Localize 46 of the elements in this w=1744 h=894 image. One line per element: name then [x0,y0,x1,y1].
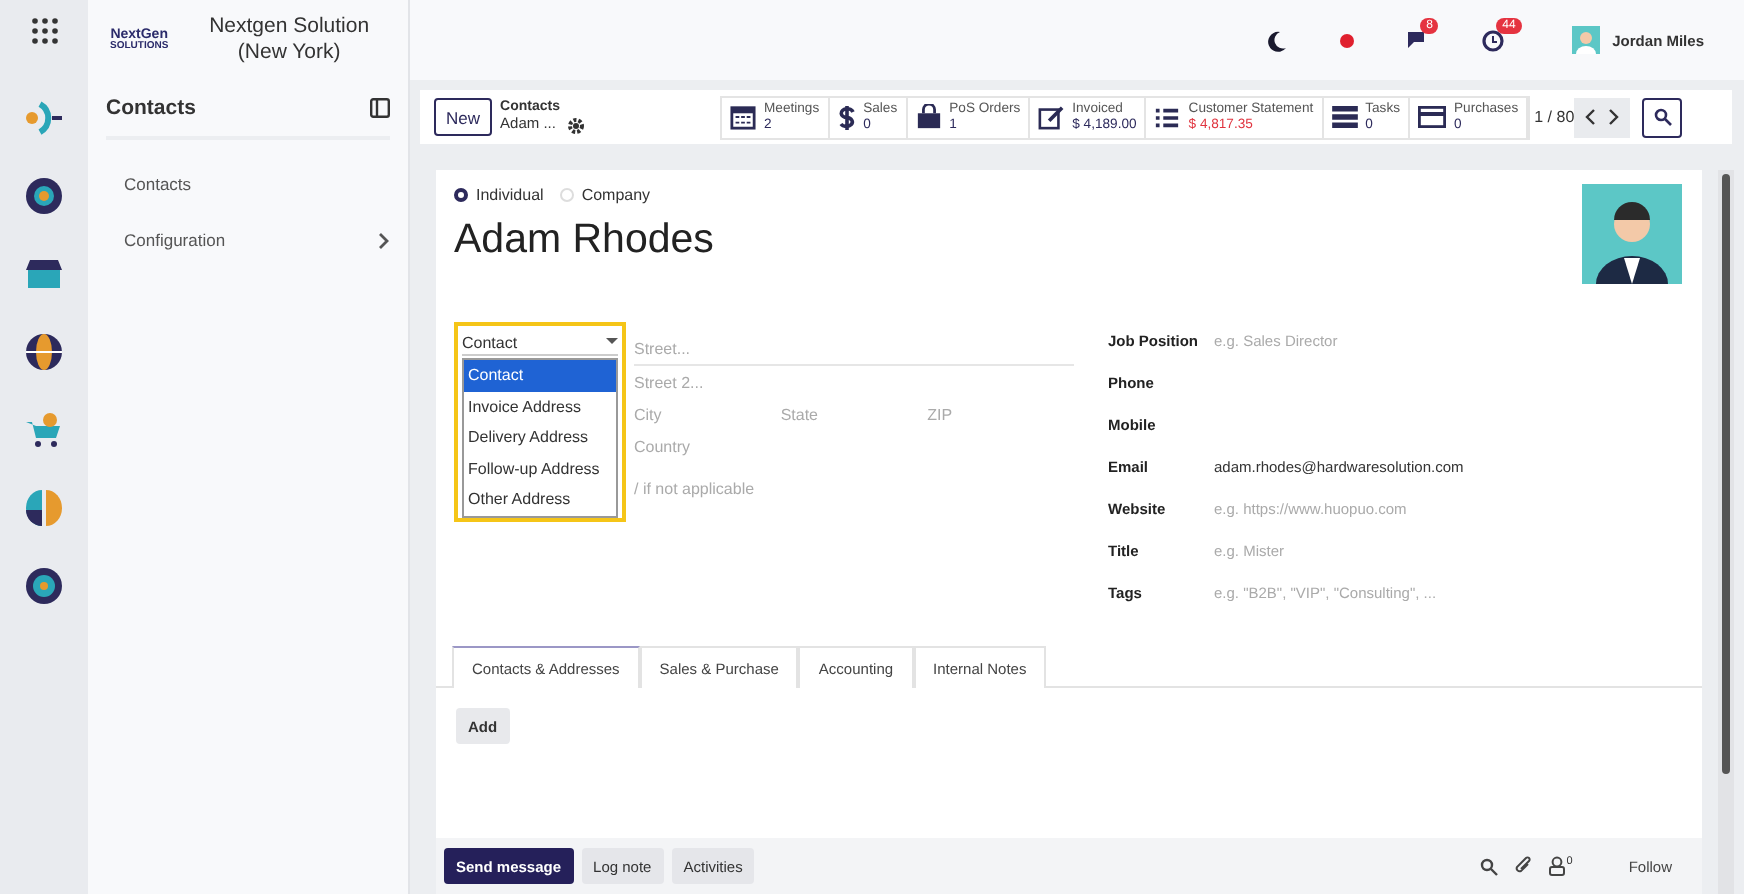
address-type-dropdown[interactable]: Contact Contact Invoice Address Delivery Address Follow-up Address Other Address [454,322,626,522]
paperclip-icon[interactable] [1514,856,1533,876]
new-button[interactable]: New [434,98,493,136]
company-name: Nextgen Solution (New York) [207,13,372,67]
app-menu-icon[interactable] [31,18,57,44]
edit-icon [1038,104,1065,130]
radio-button[interactable] [454,188,468,202]
moon-icon[interactable] [1266,29,1289,51]
dropdown-option[interactable]: Invoice Address [464,391,616,422]
dollar-icon [837,103,856,131]
tasks-icon [1331,106,1358,128]
contact-name[interactable]: Adam Rhodes [454,216,714,264]
settings-icon[interactable] [567,117,584,134]
radio-label[interactable]: Individual [476,186,544,204]
scrollbar[interactable] [1718,170,1734,894]
photo-placeholder [1582,184,1682,284]
dropdown-option[interactable]: Contact [464,360,616,391]
store-icon[interactable] [24,254,64,294]
radio-label[interactable]: Company [581,186,651,204]
app-icon[interactable] [24,488,64,528]
search-settings-button[interactable] [1642,97,1683,137]
caret-icon [606,338,618,346]
bag-icon [915,104,942,130]
menu-item[interactable]: Configuration [106,212,390,268]
dropdown-option[interactable]: Other Address [464,484,616,515]
list-icon [1154,105,1181,129]
search-icon[interactable] [1480,857,1499,875]
dropdown-option[interactable]: Delivery Address [464,422,616,453]
globe-icon[interactable] [24,332,64,372]
sidebar-toggle-icon[interactable] [370,98,390,118]
app-title: Contacts [106,96,196,120]
dropdown-option[interactable]: Follow-up Address [464,453,616,484]
menu-item[interactable]: Contacts [106,156,390,212]
pager-value: 1 / 80 [1534,108,1575,126]
app-icon[interactable] [24,98,64,138]
app-icon[interactable] [24,176,64,216]
next-icon[interactable] [1608,108,1621,126]
status-dot-icon[interactable] [1340,33,1355,47]
cart-icon[interactable] [24,410,64,450]
calendar-icon [730,104,757,130]
avatar-silhouette [1572,26,1601,54]
followers-icon[interactable] [1548,856,1567,876]
clock-icon[interactable] [1482,29,1505,51]
previous-icon[interactable] [1584,108,1597,126]
credit-card-icon [1418,106,1446,128]
search-icon [1653,108,1672,126]
